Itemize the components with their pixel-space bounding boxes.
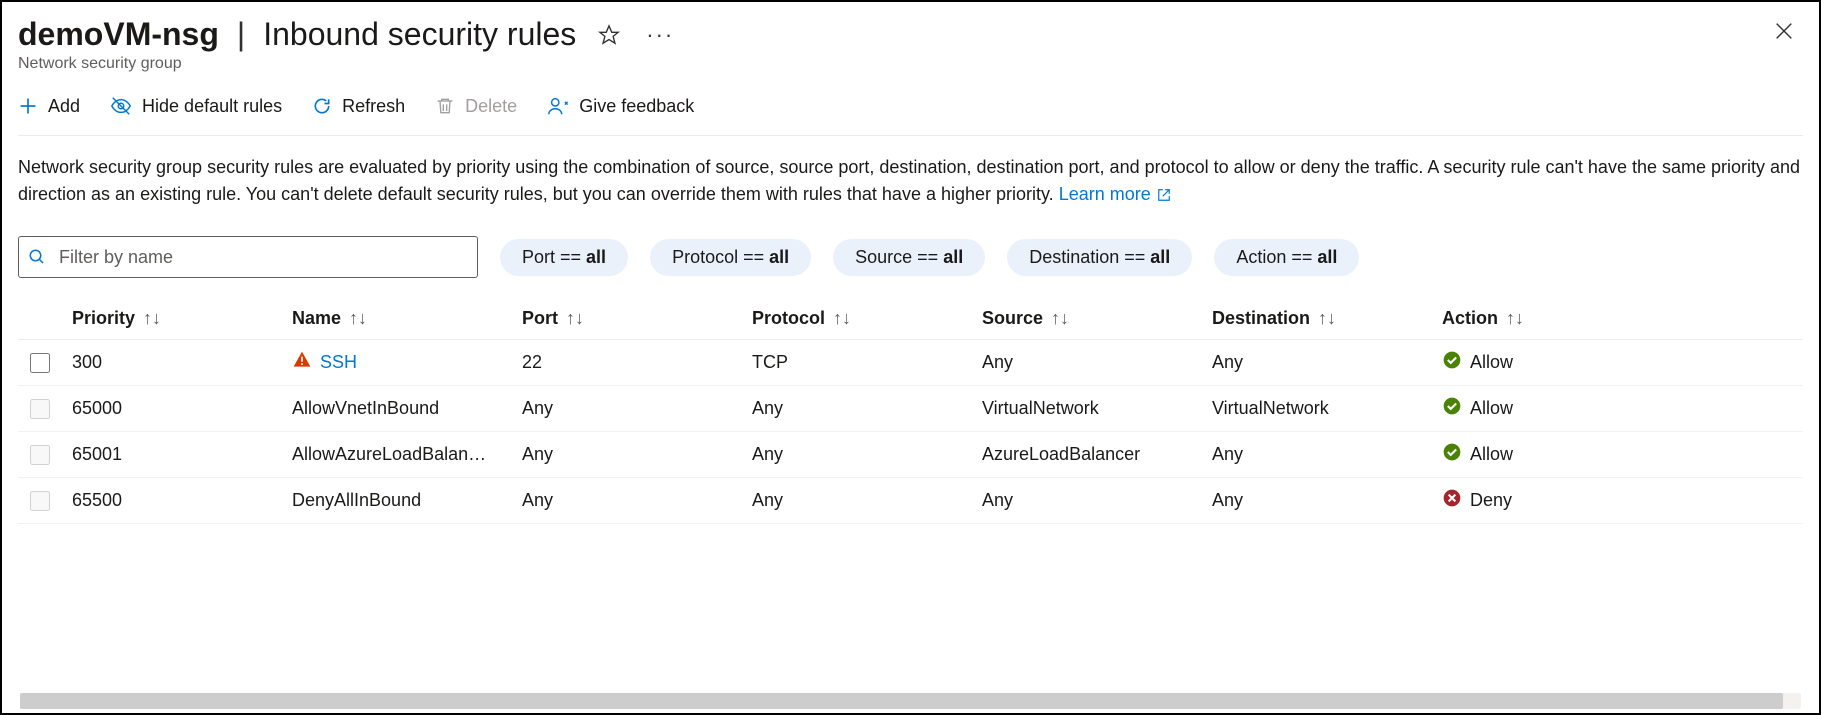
subtitle: Network security group — [18, 55, 1803, 73]
table-row[interactable]: 300SSH22TCPAnyAnyAllow — [18, 340, 1803, 386]
delete-button: Delete — [435, 94, 517, 119]
cell-source: VirtualNetwork — [976, 398, 1206, 419]
table-header-row: Priority↑↓ Name↑↓ Port↑↓ Protocol↑↓ Sour… — [18, 298, 1803, 340]
cell-destination: VirtualNetwork — [1206, 398, 1436, 419]
cell-source: AzureLoadBalancer — [976, 444, 1206, 465]
cell-protocol: Any — [746, 490, 976, 511]
cell-action: Allow — [1436, 442, 1636, 467]
filter-by-name-input[interactable] — [18, 236, 478, 278]
allow-icon — [1442, 396, 1462, 421]
sort-arrows-icon: ↑↓ — [143, 308, 161, 329]
cell-protocol: Any — [746, 444, 976, 465]
scrollbar-thumb[interactable] — [20, 693, 1783, 709]
th-priority[interactable]: Priority↑↓ — [66, 308, 286, 329]
cell-protocol: TCP — [746, 352, 976, 373]
plus-icon — [18, 96, 38, 116]
th-port[interactable]: Port↑↓ — [516, 308, 746, 329]
warning-icon — [292, 350, 312, 375]
row-checkbox — [30, 491, 50, 511]
cell-protocol: Any — [746, 398, 976, 419]
cell-port: Any — [516, 444, 746, 465]
table-row[interactable]: 65500DenyAllInBoundAnyAnyAnyAnyDeny — [18, 478, 1803, 524]
th-name[interactable]: Name↑↓ — [286, 308, 516, 329]
filter-protocol-pill[interactable]: Protocol == all — [650, 239, 811, 276]
row-checkbox[interactable] — [30, 353, 50, 373]
filter-action-pill[interactable]: Action == all — [1214, 239, 1359, 276]
horizontal-scrollbar[interactable] — [20, 693, 1801, 709]
sort-arrows-icon: ↑↓ — [1051, 308, 1069, 329]
cell-port: Any — [516, 490, 746, 511]
trash-icon — [435, 96, 455, 116]
cell-source: Any — [976, 352, 1206, 373]
hide-default-button[interactable]: Hide default rules — [110, 93, 282, 119]
filter-port-pill[interactable]: Port == all — [500, 239, 628, 276]
feedback-icon — [547, 95, 569, 117]
cell-name[interactable]: SSH — [286, 350, 516, 375]
th-destination[interactable]: Destination↑↓ — [1206, 308, 1436, 329]
deny-icon — [1442, 488, 1462, 513]
row-checkbox — [30, 445, 50, 465]
cell-name: AllowVnetInBound — [286, 398, 516, 419]
filter-row: Port == all Protocol == all Source == al… — [18, 236, 1803, 278]
eye-hide-icon — [110, 95, 132, 117]
cell-priority: 300 — [66, 352, 286, 373]
cell-destination: Any — [1206, 352, 1436, 373]
external-link-icon — [1157, 188, 1171, 202]
cell-priority: 65001 — [66, 444, 286, 465]
cell-name: DenyAllInBound — [286, 490, 516, 511]
th-protocol[interactable]: Protocol↑↓ — [746, 308, 976, 329]
cell-priority: 65000 — [66, 398, 286, 419]
allow-icon — [1442, 350, 1462, 375]
filter-source-pill[interactable]: Source == all — [833, 239, 985, 276]
cell-source: Any — [976, 490, 1206, 511]
th-source[interactable]: Source↑↓ — [976, 308, 1206, 329]
table-row[interactable]: 65000AllowVnetInBoundAnyAnyVirtualNetwor… — [18, 386, 1803, 432]
cell-priority: 65500 — [66, 490, 286, 511]
cell-port: Any — [516, 398, 746, 419]
feedback-button[interactable]: Give feedback — [547, 93, 694, 119]
cell-action: Deny — [1436, 488, 1636, 513]
sort-arrows-icon: ↑↓ — [349, 308, 367, 329]
rules-table: Priority↑↓ Name↑↓ Port↑↓ Protocol↑↓ Sour… — [18, 298, 1803, 524]
learn-more-link[interactable]: Learn more — [1059, 181, 1171, 208]
resource-name: demoVM-nsg — [18, 16, 219, 53]
page-title: Inbound security rules — [263, 16, 576, 53]
sort-arrows-icon: ↑↓ — [833, 308, 851, 329]
sort-arrows-icon: ↑↓ — [1506, 308, 1524, 329]
title-separator: | — [237, 16, 245, 53]
refresh-icon — [312, 96, 332, 116]
allow-icon — [1442, 442, 1462, 467]
cell-port: 22 — [516, 352, 746, 373]
sort-arrows-icon: ↑↓ — [1318, 308, 1336, 329]
cell-action: Allow — [1436, 396, 1636, 421]
table-row[interactable]: 65001AllowAzureLoadBalan…AnyAnyAzureLoad… — [18, 432, 1803, 478]
add-button[interactable]: Add — [18, 94, 80, 119]
cell-action: Allow — [1436, 350, 1636, 375]
header: demoVM-nsg | Inbound security rules ··· … — [18, 16, 1803, 73]
th-action[interactable]: Action↑↓ — [1436, 308, 1636, 329]
cell-destination: Any — [1206, 444, 1436, 465]
close-button[interactable] — [1769, 16, 1799, 46]
cell-name: AllowAzureLoadBalan… — [286, 444, 516, 465]
refresh-button[interactable]: Refresh — [312, 94, 405, 119]
filter-input-wrapper — [18, 236, 478, 278]
close-icon — [1773, 20, 1795, 42]
star-icon — [598, 24, 620, 46]
cell-destination: Any — [1206, 490, 1436, 511]
row-checkbox — [30, 399, 50, 419]
filter-destination-pill[interactable]: Destination == all — [1007, 239, 1192, 276]
search-icon — [28, 248, 46, 266]
more-button[interactable]: ··· — [642, 18, 678, 52]
toolbar: Add Hide default rules Refresh Delete Gi… — [18, 93, 1803, 136]
sort-arrows-icon: ↑↓ — [566, 308, 584, 329]
description: Network security group security rules ar… — [18, 154, 1803, 208]
favorite-button[interactable] — [594, 20, 624, 50]
